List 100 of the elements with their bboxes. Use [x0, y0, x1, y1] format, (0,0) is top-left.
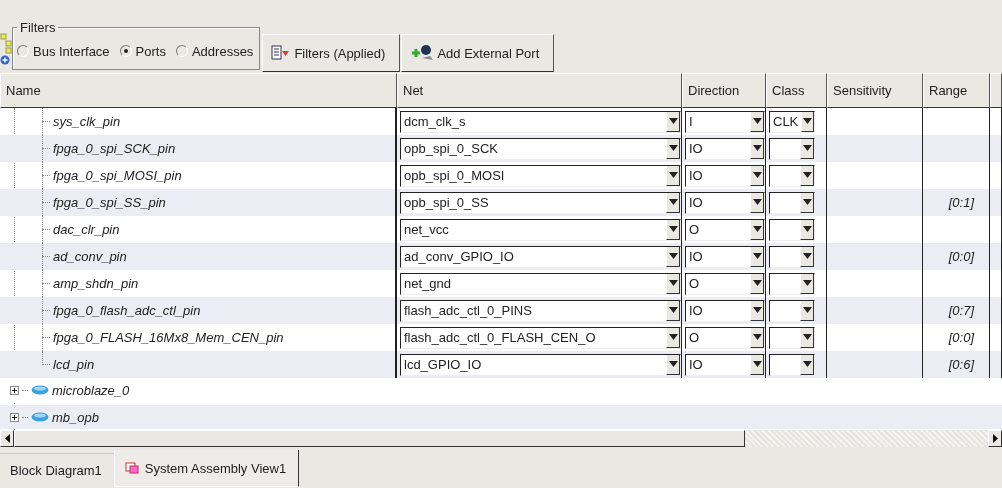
range-value: [0:1]	[948, 195, 974, 210]
dropdown-field[interactable]: IO	[685, 299, 765, 322]
scroll-thumb[interactable]	[14, 430, 745, 447]
caret-icon	[752, 334, 762, 340]
caret-icon	[752, 145, 762, 151]
dropdown-field[interactable]: IO	[685, 191, 765, 214]
column-header[interactable]: Sensitivity	[827, 73, 923, 108]
column-header[interactable]: Net	[397, 73, 682, 108]
caret-icon	[802, 253, 812, 259]
caret-icon	[668, 307, 678, 313]
dropdown-field[interactable]: flash_adc_ctl_0_FLASH_CEN_O	[400, 326, 681, 349]
range-value: [0:0]	[948, 249, 974, 264]
port-name: fpga_0_spi_SCK_pin	[53, 141, 176, 156]
dropdown-field[interactable]: IO	[685, 137, 765, 160]
dropdown-field[interactable]: net_vcc	[400, 218, 681, 241]
caret-icon	[752, 253, 762, 259]
column-header[interactable]: Name	[0, 73, 397, 108]
scroll-left-button[interactable]	[0, 430, 14, 447]
expand-icon[interactable]	[10, 412, 19, 422]
dropdown-field[interactable]	[769, 272, 815, 295]
dropdown-field[interactable]	[769, 137, 815, 160]
dropdown-field[interactable]: O	[685, 326, 765, 349]
caret-icon	[752, 172, 762, 178]
radio-label: Bus Interface	[33, 43, 110, 59]
radio-button[interactable]	[17, 45, 29, 57]
dropdown-field[interactable]: net_gnd	[400, 272, 681, 295]
caret-icon	[668, 172, 678, 178]
caret-icon	[802, 361, 812, 367]
radio-label: Addresses	[191, 43, 254, 59]
caret-icon	[802, 172, 812, 178]
disc-icon	[31, 412, 49, 422]
radio-label: Ports	[135, 43, 166, 59]
dropdown-field[interactable]: O	[685, 272, 765, 295]
dropdown-field[interactable]	[769, 326, 815, 349]
toolbar-button[interactable]: Add External Port	[401, 34, 555, 72]
dropdown-field[interactable]	[769, 191, 815, 214]
tree-row[interactable]: mb_opb	[0, 405, 1002, 429]
column-header[interactable]	[990, 73, 1002, 108]
caret-icon	[668, 280, 678, 286]
dropdown-field[interactable]: opb_spi_0_SCK	[400, 137, 681, 160]
port-name: fpga_0_FLASH_16Mx8_Mem_CEN_pin	[53, 330, 284, 345]
caret-icon	[752, 307, 762, 313]
scroll-right-button[interactable]	[988, 430, 1002, 447]
dropdown-field[interactable]: lcd_GPIO_IO	[400, 353, 681, 376]
dropdown-field[interactable]: CLK	[769, 110, 815, 133]
caret-icon	[668, 145, 678, 151]
caret-icon	[668, 118, 678, 124]
dropdown-field[interactable]: flash_adc_ctl_0_PINS	[400, 299, 681, 322]
dropdown-field[interactable]: IO	[685, 353, 765, 376]
port-name: amp_shdn_pin	[53, 276, 139, 291]
tab[interactable]: Block Diagram1	[0, 453, 114, 487]
table-cell	[923, 135, 990, 162]
instance-name: mb_opb	[52, 409, 99, 425]
caret-icon	[802, 226, 812, 232]
dropdown-field[interactable]: I	[685, 110, 765, 133]
tab[interactable]: System Assembly View1	[113, 450, 300, 487]
port-name: fpga_0_spi_MOSI_pin	[53, 168, 182, 183]
caret-icon	[752, 226, 762, 232]
caret-icon	[668, 226, 678, 232]
caret-icon	[752, 199, 762, 205]
left-arrow-icon	[4, 434, 10, 443]
range-value: [0:0]	[948, 330, 974, 345]
radio-button[interactable]	[175, 45, 188, 57]
dropdown-field[interactable]	[769, 353, 815, 376]
caret-icon	[752, 118, 762, 124]
dropdown-field[interactable]: IO	[685, 245, 765, 268]
caret-icon	[802, 334, 812, 340]
dropdown-field[interactable]: IO	[685, 164, 765, 187]
caret-icon	[668, 253, 678, 259]
tree-icon	[0, 32, 12, 66]
filter-icon	[271, 45, 292, 61]
caret-icon	[802, 307, 812, 313]
radio-button[interactable]	[119, 45, 132, 57]
table-cell	[990, 135, 1002, 162]
group-title: Filters	[19, 20, 57, 35]
dropdown-field[interactable]	[769, 245, 815, 268]
dropdown-field[interactable]: opb_spi_0_MOSI	[400, 164, 681, 187]
dropdown-field[interactable]: opb_spi_0_SS	[400, 191, 681, 214]
dropdown-field[interactable]	[769, 218, 815, 241]
dropdown-field[interactable]	[769, 299, 815, 322]
column-header[interactable]: Direction	[682, 73, 766, 108]
dropdown-field[interactable]: ad_conv_GPIO_IO	[400, 245, 681, 268]
dropdown-field[interactable]: dcm_clk_s	[400, 110, 681, 133]
caret-icon	[668, 361, 678, 367]
caret-icon	[668, 334, 678, 340]
toolbar-button[interactable]: Filters (Applied)	[262, 34, 401, 72]
dropdown-field[interactable]	[769, 164, 815, 187]
caret-icon	[752, 280, 762, 286]
port-name: fpga_0_spi_SS_pin	[53, 195, 166, 210]
dropdown-field[interactable]: O	[685, 218, 765, 241]
column-header[interactable]: Class	[766, 73, 827, 108]
disc-icon	[31, 385, 49, 395]
caret-icon	[802, 280, 812, 286]
expand-icon[interactable]	[10, 385, 19, 395]
column-header[interactable]: Range	[923, 73, 990, 108]
port-name: lcd_pin	[53, 357, 95, 372]
caret-icon	[802, 145, 812, 151]
caret-icon	[752, 361, 762, 367]
port-name: ad_conv_pin	[53, 249, 127, 264]
port-name: dac_clr_pin	[53, 222, 120, 237]
